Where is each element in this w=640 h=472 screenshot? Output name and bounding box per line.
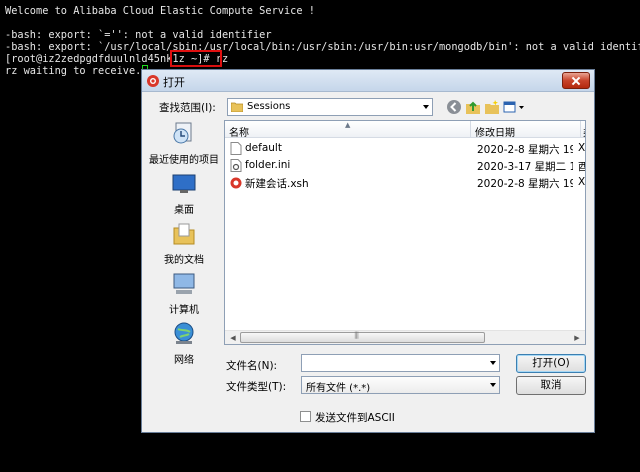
file-date: 2020-3-17 星期二 1...: [477, 161, 573, 173]
dialog-titlebar[interactable]: 打开: [142, 70, 594, 92]
view-menu-icon[interactable]: [502, 98, 526, 116]
chevron-down-icon[interactable]: [490, 383, 496, 387]
file-type: X: [578, 142, 586, 154]
highlight-box: [170, 50, 222, 67]
file-date: 2020-2-8 星期六 19...: [477, 178, 573, 190]
xshell-session-icon: [230, 177, 242, 189]
file-name: folder.ini: [245, 159, 291, 171]
file-row[interactable]: 新建会话.xsh 2020-2-8 星期六 19... X: [225, 174, 586, 191]
places-bar: 最近使用的项目 桌面 我的文档 计算机 网络: [147, 120, 221, 370]
folder-icon: [231, 102, 243, 112]
xshell-app-icon: [147, 75, 159, 87]
place-recent-items[interactable]: 最近使用的项目: [147, 120, 221, 166]
file-row[interactable]: default 2020-2-8 星期六 19... X: [225, 140, 586, 157]
look-in-combo[interactable]: Sessions: [227, 98, 433, 116]
file-row[interactable]: folder.ini 2020-3-17 星期二 1... 酉: [225, 157, 585, 174]
place-label: 我的文档: [164, 255, 204, 266]
terminal-line: -bash: export: `='': not a valid identif…: [5, 29, 272, 41]
place-desktop[interactable]: 桌面: [147, 170, 221, 216]
dialog-title: 打开: [163, 76, 185, 89]
place-network[interactable]: 网络: [147, 320, 221, 366]
back-icon[interactable]: [445, 98, 463, 116]
file-type: 酉: [578, 159, 585, 174]
desktop-icon: [172, 174, 196, 193]
terminal-line: -bash: export: `/usr/local/sbin:/usr/loc…: [5, 41, 640, 53]
terminal-line-last: rz waiting to receive.: [5, 65, 149, 77]
filetype-value: 所有文件 (*.*): [306, 383, 371, 394]
filetype-select[interactable]: 所有文件 (*.*): [301, 376, 500, 394]
scroll-right-icon[interactable]: ▶: [570, 332, 584, 344]
column-header-label: 名称: [229, 128, 249, 138]
chevron-down-icon[interactable]: [490, 361, 496, 365]
chevron-down-icon[interactable]: [423, 105, 429, 109]
place-computer[interactable]: 计算机: [147, 270, 221, 316]
computer-icon: [173, 273, 195, 294]
ini-file-icon: [230, 159, 242, 172]
place-label: 桌面: [174, 205, 194, 216]
place-label: 网络: [174, 355, 194, 366]
column-header-name[interactable]: 名称 ▲: [225, 121, 471, 138]
new-folder-icon[interactable]: [483, 98, 501, 116]
filename-input[interactable]: [301, 354, 500, 372]
scroll-thumb[interactable]: [240, 331, 485, 343]
network-icon: [174, 322, 194, 344]
look-in-label: 查找范围(I):: [159, 102, 216, 114]
recent-items-icon: [173, 122, 192, 144]
sort-up-icon: ▲: [345, 121, 351, 129]
close-button[interactable]: [562, 72, 590, 89]
cancel-button[interactable]: 取消: [516, 376, 586, 395]
file-name: default: [245, 142, 282, 154]
terminal-line: Welcome to Alibaba Cloud Elastic Compute…: [5, 5, 315, 17]
file-icon: [230, 142, 242, 155]
ascii-checkbox-label: 发送文件到ASCII: [315, 412, 395, 424]
column-header-date[interactable]: 修改日期: [471, 121, 581, 138]
column-header-label: 类: [583, 128, 585, 137]
look-in-value: Sessions: [247, 101, 291, 112]
file-type: X: [578, 176, 586, 188]
documents-icon: [173, 223, 195, 245]
place-my-documents[interactable]: 我的文档: [147, 220, 221, 266]
place-label: 最近使用的项目: [149, 155, 219, 166]
file-name: 新建会话.xsh: [245, 178, 309, 190]
open-file-dialog: 打开 查找范围(I): Sessions 最近使用的项目 桌面 我的文档 计算机…: [141, 69, 595, 433]
filename-label: 文件名(N):: [226, 360, 278, 372]
ascii-checkbox[interactable]: [300, 411, 311, 422]
terminal-line: rz waiting to receive.: [5, 65, 142, 77]
horizontal-scrollbar[interactable]: ◀ ▶: [225, 330, 585, 344]
place-label: 计算机: [169, 305, 199, 316]
file-date: 2020-2-8 星期六 19...: [477, 144, 573, 156]
filetype-label: 文件类型(T):: [226, 381, 287, 393]
scroll-left-icon[interactable]: ◀: [226, 332, 240, 344]
up-folder-icon[interactable]: [464, 98, 482, 116]
open-button[interactable]: 打开(O): [516, 354, 586, 373]
file-list[interactable]: 名称 ▲ 修改日期 类 default 2020-2-8 星期六 19... X…: [224, 120, 586, 345]
column-header-label: 修改日期: [475, 128, 515, 138]
column-header-type[interactable]: 类: [581, 121, 585, 138]
